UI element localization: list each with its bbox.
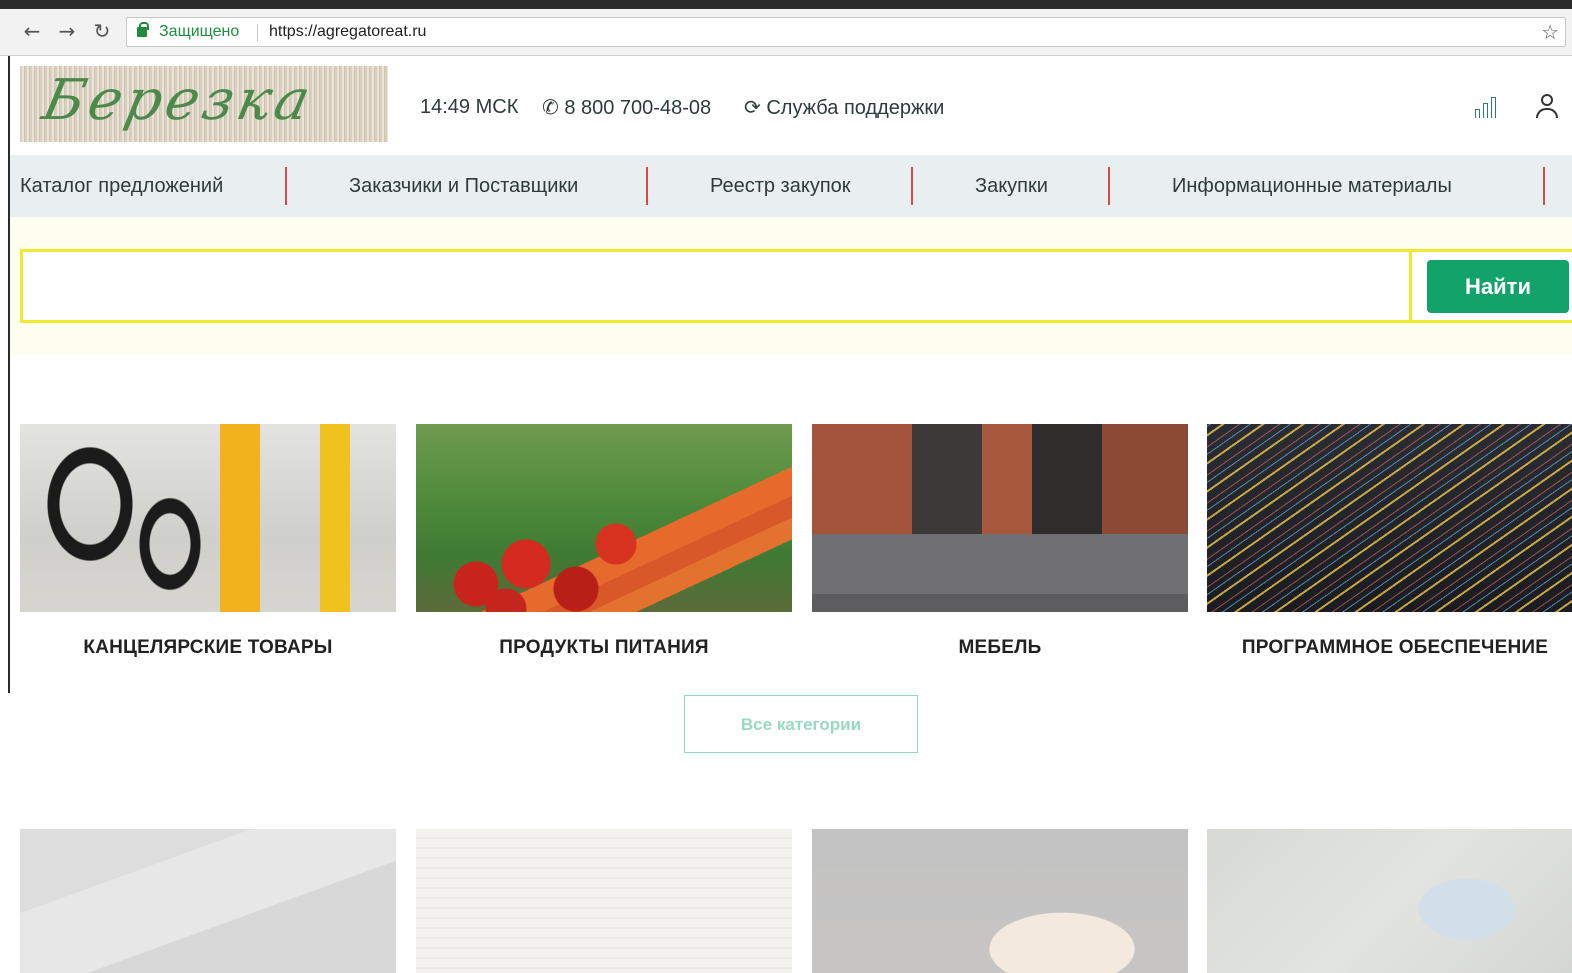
back-arrow-icon[interactable]: ← [20,19,44,43]
category-card-software[interactable] [1207,424,1572,612]
user-profile-icon[interactable] [1534,92,1560,120]
promo-tile-books[interactable] [416,829,792,973]
url-divider [257,24,258,42]
site-logo[interactable]: Березка [20,66,388,142]
category-label[interactable]: КАНЦЕЛЯРСКИЕ ТОВАРЫ [20,637,396,659]
main-nav: Каталог предложений Заказчики и Поставщи… [10,155,1572,217]
promo-tile-people[interactable] [1207,829,1572,973]
refresh-icon: ⟳ [744,95,761,119]
category-label[interactable]: ПРОГРАММНОЕ ОБЕСПЕЧЕНИЕ [1207,637,1572,659]
nav-divider [911,167,913,205]
laptop-people-image [1207,829,1572,973]
current-time: 14:49 МСК [420,96,519,118]
laptop-cart-image [20,829,396,973]
gavel-book-image [812,829,1188,973]
all-categories-button[interactable]: Все категории [684,695,918,753]
nav-item-purchases[interactable]: Закупки [975,174,1048,198]
bookmark-star-icon[interactable]: ☆ [1541,18,1559,46]
books-image [416,829,792,973]
category-card-furniture[interactable] [812,424,1188,612]
nav-divider [646,167,648,205]
secure-label: Защищено [159,23,240,40]
logo-text: Березка [37,68,320,133]
address-bar[interactable]: Защищено https://agregatoreat.ru ☆ [126,17,1566,47]
phone-icon: ✆ [542,95,559,119]
search-input[interactable] [23,252,1408,320]
forward-arrow-icon[interactable]: → [55,19,79,43]
nav-item-info-materials[interactable]: Информационные материалы [1172,174,1452,198]
search-form: Найти [20,249,1572,323]
nav-item-procurement-registry[interactable]: Реестр закупок [710,174,851,198]
category-label[interactable]: МЕБЕЛЬ [812,637,1188,659]
reload-icon[interactable]: ↻ [90,19,114,43]
nav-divider [285,167,287,205]
nav-divider [1108,167,1110,205]
promo-tile-law[interactable] [812,829,1188,973]
browser-toolbar: ← → ↻ Защищено https://agregatoreat.ru ☆ [0,0,1572,56]
promo-tile-cart[interactable] [20,829,396,973]
support-link[interactable]: ⟳ Служба поддержки [744,94,944,121]
nav-divider [1543,167,1545,205]
category-card-food[interactable] [416,424,792,612]
code-screen-image [1207,424,1572,612]
stationery-image [20,424,396,612]
search-button[interactable]: Найти [1427,260,1569,313]
nav-item-customers-suppliers[interactable]: Заказчики и Поставщики [349,174,578,198]
url-text[interactable]: https://agregatoreat.ru [269,18,426,46]
phone-link[interactable]: ✆ 8 800 700-48-08 [542,94,711,121]
window-edge [8,56,10,693]
phone-number: 8 800 700-48-08 [564,97,712,119]
search-divider [1409,252,1412,320]
support-label: Служба поддержки [766,97,945,119]
lock-icon [137,22,149,37]
furniture-image [812,424,1188,612]
vegetables-image [416,424,792,612]
stats-bar-chart-icon[interactable] [1474,96,1500,118]
category-card-stationery[interactable] [20,424,396,612]
nav-item-catalog[interactable]: Каталог предложений [20,174,223,198]
category-label[interactable]: ПРОДУКТЫ ПИТАНИЯ [416,637,792,659]
